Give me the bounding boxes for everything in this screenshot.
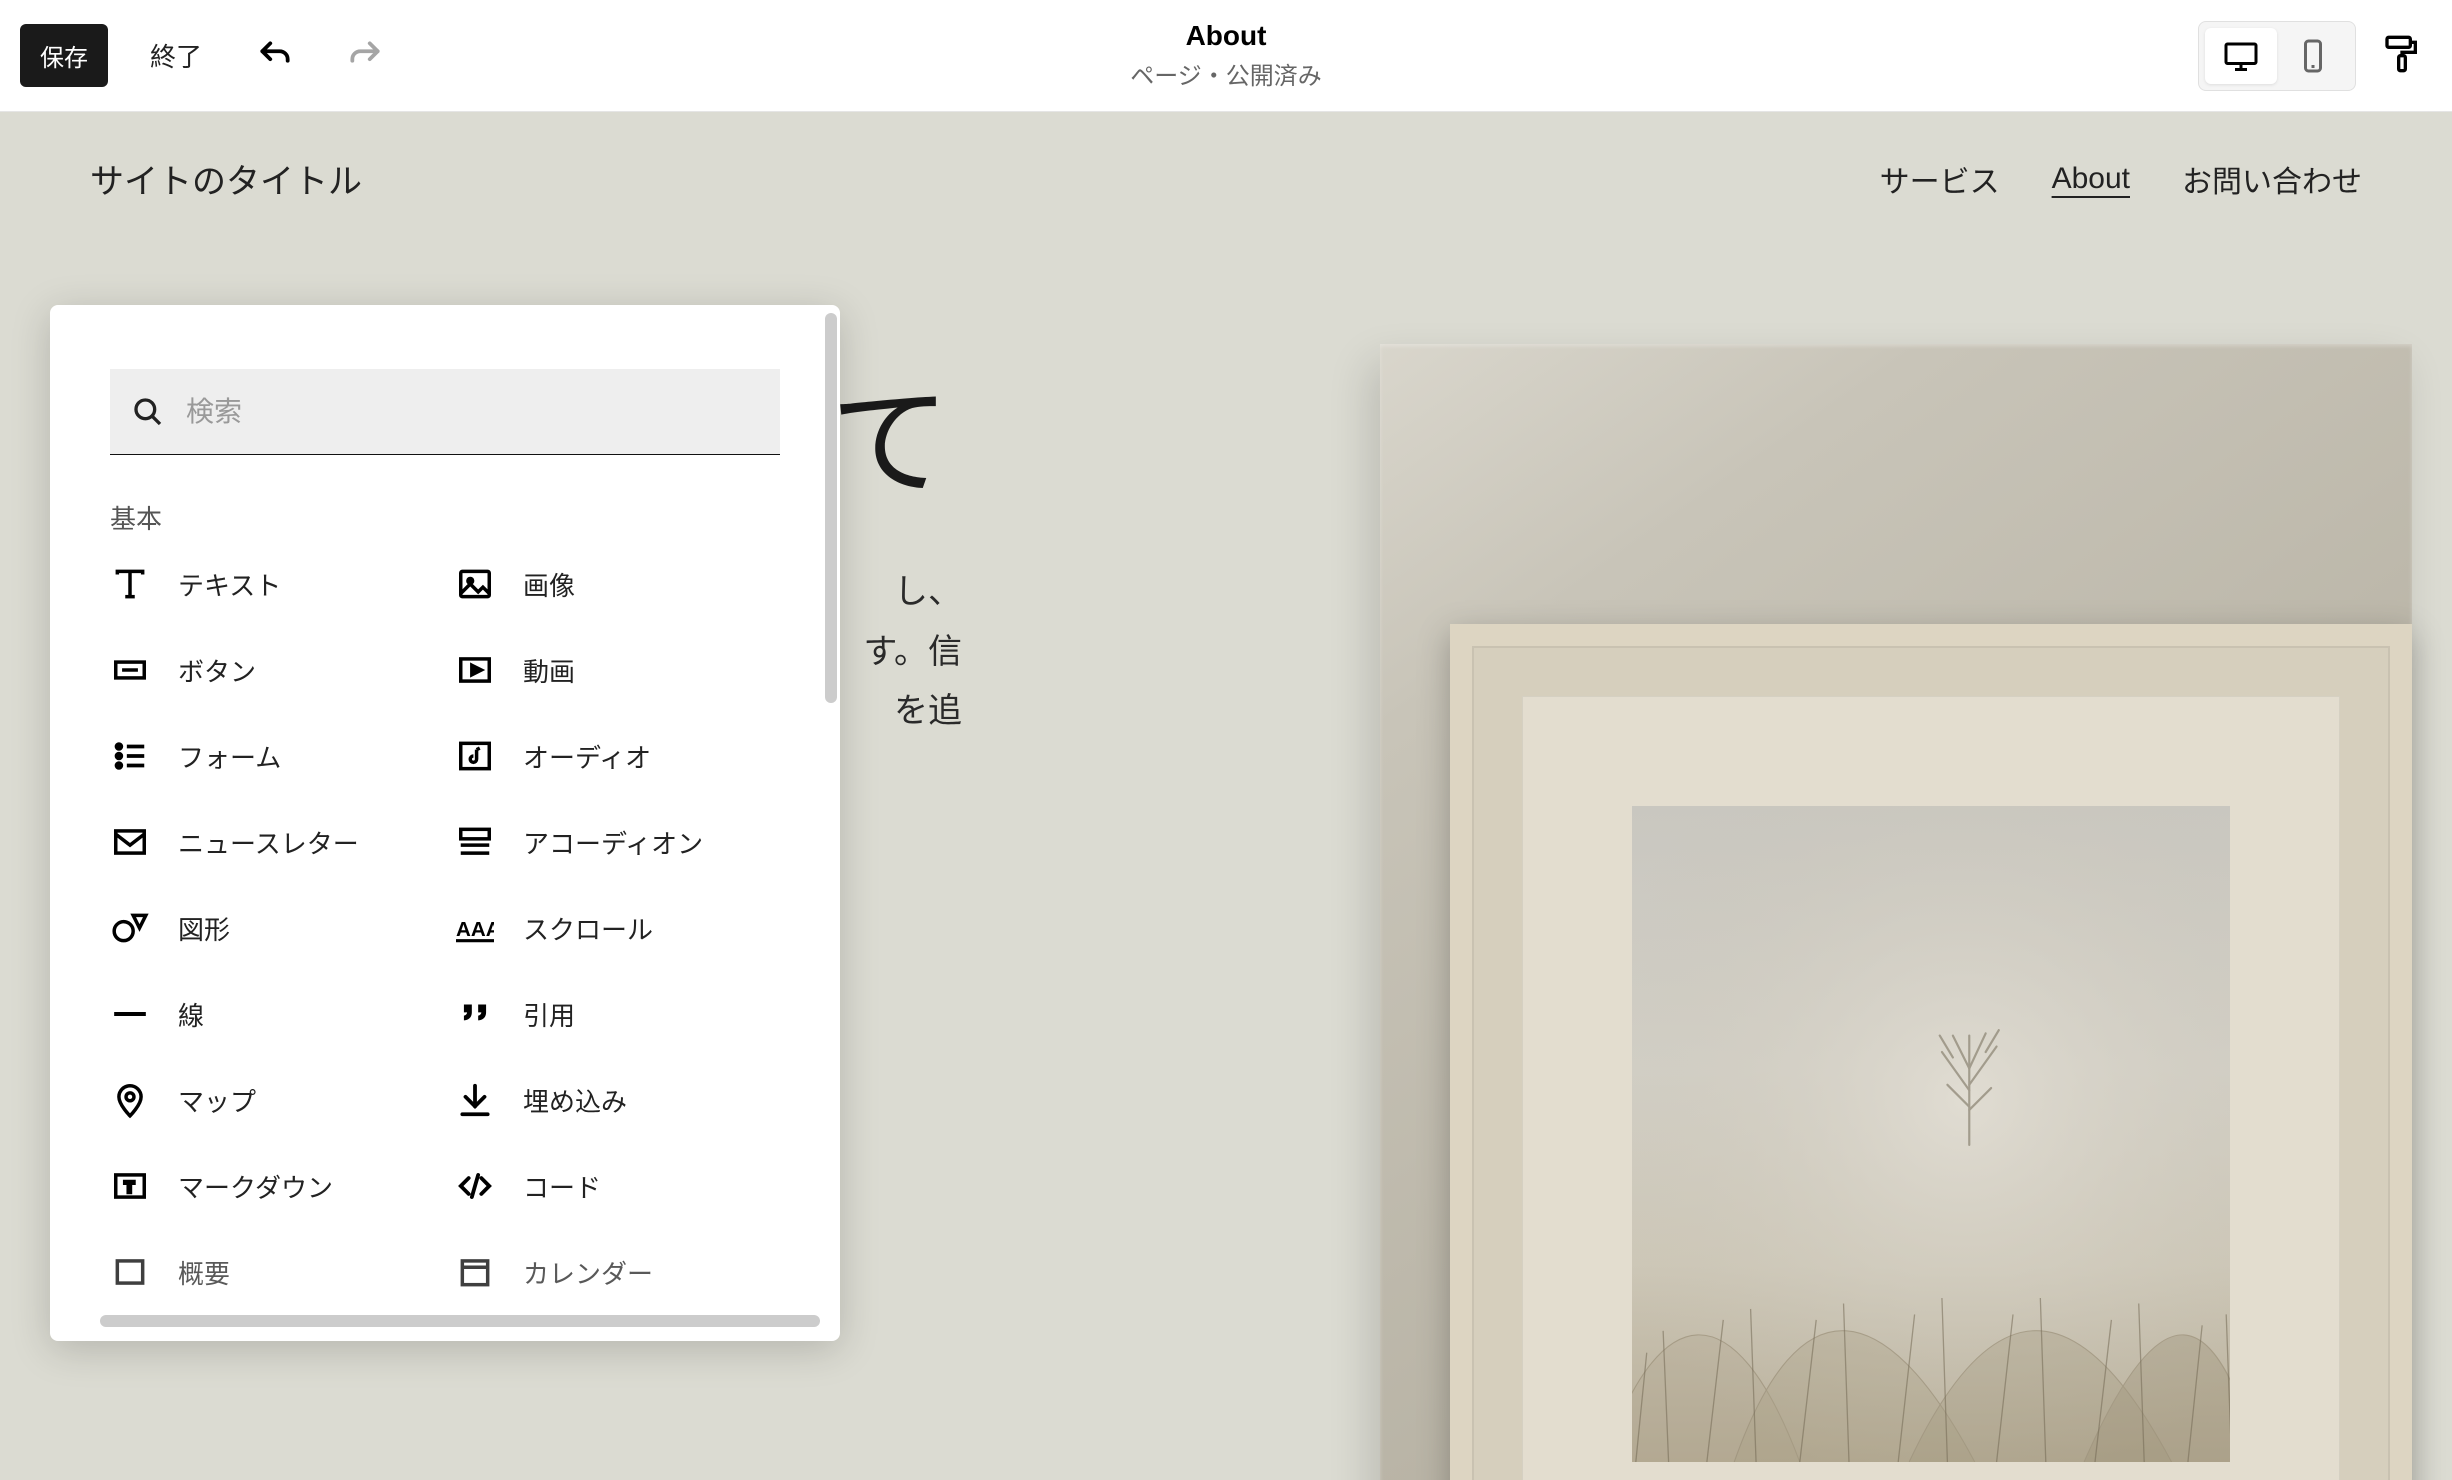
block-item-text[interactable]: テキスト: [110, 564, 435, 604]
block-item-video[interactable]: 動画: [455, 650, 780, 690]
search-icon: [132, 396, 164, 428]
style-paint-button[interactable]: [2372, 24, 2432, 87]
block-label: 画像: [523, 566, 575, 603]
scroll-icon: AAA: [455, 908, 495, 948]
picture-mat: [1522, 696, 2340, 1480]
block-label: 図形: [178, 910, 230, 947]
block-label: 概要: [178, 1254, 230, 1291]
block-label: スクロール: [523, 910, 653, 947]
undo-icon: [256, 37, 294, 75]
button-icon: [110, 650, 150, 690]
redo-button[interactable]: [334, 29, 396, 83]
block-item-quote[interactable]: 引用: [455, 994, 780, 1034]
artwork-image: [1632, 806, 2230, 1462]
block-label: マップ: [178, 1082, 256, 1119]
block-item-image[interactable]: 画像: [455, 564, 780, 604]
shape-icon: [110, 908, 150, 948]
nav-link-services[interactable]: サービス: [1880, 157, 2000, 201]
block-label: アコーディオン: [523, 824, 703, 861]
block-item-code[interactable]: コード: [455, 1166, 780, 1206]
exit-button[interactable]: 終了: [136, 29, 216, 82]
scrollbar-thumb[interactable]: [100, 1315, 820, 1327]
block-item-form[interactable]: フォーム: [110, 736, 435, 776]
block-item-line[interactable]: 線: [110, 994, 435, 1034]
block-label: 線: [178, 996, 204, 1033]
section-heading-basic: 基本: [110, 499, 780, 536]
block-label: コード: [523, 1168, 601, 1205]
site-header: サイトのタイトル サービス About お問い合わせ: [0, 112, 2452, 245]
desktop-view-button[interactable]: [2205, 28, 2277, 84]
block-item-accordion[interactable]: アコーディオン: [455, 822, 780, 862]
code-icon: [455, 1166, 495, 1206]
block-label: テキスト: [178, 566, 281, 603]
redo-icon: [346, 37, 384, 75]
audio-icon: [455, 736, 495, 776]
popover-vertical-scrollbar[interactable]: [822, 313, 838, 1235]
picture-frame: [1450, 624, 2412, 1480]
block-label: 埋め込み: [523, 1082, 627, 1119]
top-bar-left: 保存 終了: [20, 24, 396, 87]
block-item-scroll[interactable]: AAA スクロール: [455, 908, 780, 948]
block-search-field[interactable]: [110, 369, 780, 455]
block-picker-popover: 基本 テキスト 画像 ボタン 動画 フォーム: [50, 305, 840, 1341]
desktop-icon: [2223, 38, 2259, 74]
top-bar-right: [2198, 21, 2432, 91]
save-button[interactable]: 保存: [20, 24, 108, 87]
search-input[interactable]: [186, 396, 758, 428]
block-label: カレンダー: [523, 1254, 653, 1291]
image-icon: [455, 564, 495, 604]
block-item-button[interactable]: ボタン: [110, 650, 435, 690]
block-item-newsletter[interactable]: ニュースレター: [110, 822, 435, 862]
block-grid: テキスト 画像 ボタン 動画 フォーム オーディオ: [110, 564, 780, 1292]
hero-image-block[interactable]: [1380, 344, 2412, 1480]
block-label: ボタン: [178, 652, 256, 689]
nav-link-about[interactable]: About: [2052, 162, 2130, 196]
site-nav: サービス About お問い合わせ: [1880, 157, 2362, 201]
block-item-calendar[interactable]: カレンダー: [455, 1252, 780, 1292]
svg-text:T: T: [124, 1179, 134, 1196]
top-bar-center: About ページ・公開済み: [1130, 20, 1322, 91]
form-icon: [110, 736, 150, 776]
block-item-markdown[interactable]: T マークダウン: [110, 1166, 435, 1206]
nav-link-contact[interactable]: お問い合わせ: [2182, 157, 2362, 201]
block-label: ニュースレター: [178, 824, 359, 861]
block-item-map[interactable]: マップ: [110, 1080, 435, 1120]
block-item-audio[interactable]: オーディオ: [455, 736, 780, 776]
line-icon: [110, 994, 150, 1034]
video-icon: [455, 650, 495, 690]
viewport-toggle: [2198, 21, 2356, 91]
block-label: 動画: [523, 652, 575, 689]
artwork-window: [1632, 806, 2230, 1462]
quote-icon: [455, 994, 495, 1034]
paint-roller-icon: [2382, 34, 2422, 74]
mobile-view-button[interactable]: [2277, 28, 2349, 84]
popover-horizontal-scrollbar[interactable]: [100, 1311, 790, 1329]
page-title: About: [1130, 20, 1322, 52]
calendar-icon: [455, 1252, 495, 1292]
markdown-icon: T: [110, 1166, 150, 1206]
scrollbar-thumb[interactable]: [825, 313, 837, 703]
block-label: フォーム: [178, 738, 281, 775]
map-pin-icon: [110, 1080, 150, 1120]
editor-top-bar: 保存 終了 About ページ・公開済み: [0, 0, 2452, 112]
block-label: オーディオ: [523, 738, 651, 775]
site-title[interactable]: サイトのタイトル: [90, 154, 362, 203]
block-item-embed[interactable]: 埋め込み: [455, 1080, 780, 1120]
block-label: 引用: [523, 996, 575, 1033]
page-status: ページ・公開済み: [1130, 56, 1322, 91]
svg-text:AAA: AAA: [456, 918, 494, 941]
newsletter-icon: [110, 822, 150, 862]
mobile-icon: [2295, 38, 2331, 74]
block-item-summary[interactable]: 概要: [110, 1252, 435, 1292]
embed-icon: [455, 1080, 495, 1120]
block-item-shape[interactable]: 図形: [110, 908, 435, 948]
undo-button[interactable]: [244, 29, 306, 83]
accordion-icon: [455, 822, 495, 862]
popover-body: 基本 テキスト 画像 ボタン 動画 フォーム: [50, 305, 840, 1295]
block-label: マークダウン: [178, 1168, 333, 1205]
text-icon: [110, 564, 150, 604]
summary-icon: [110, 1252, 150, 1292]
